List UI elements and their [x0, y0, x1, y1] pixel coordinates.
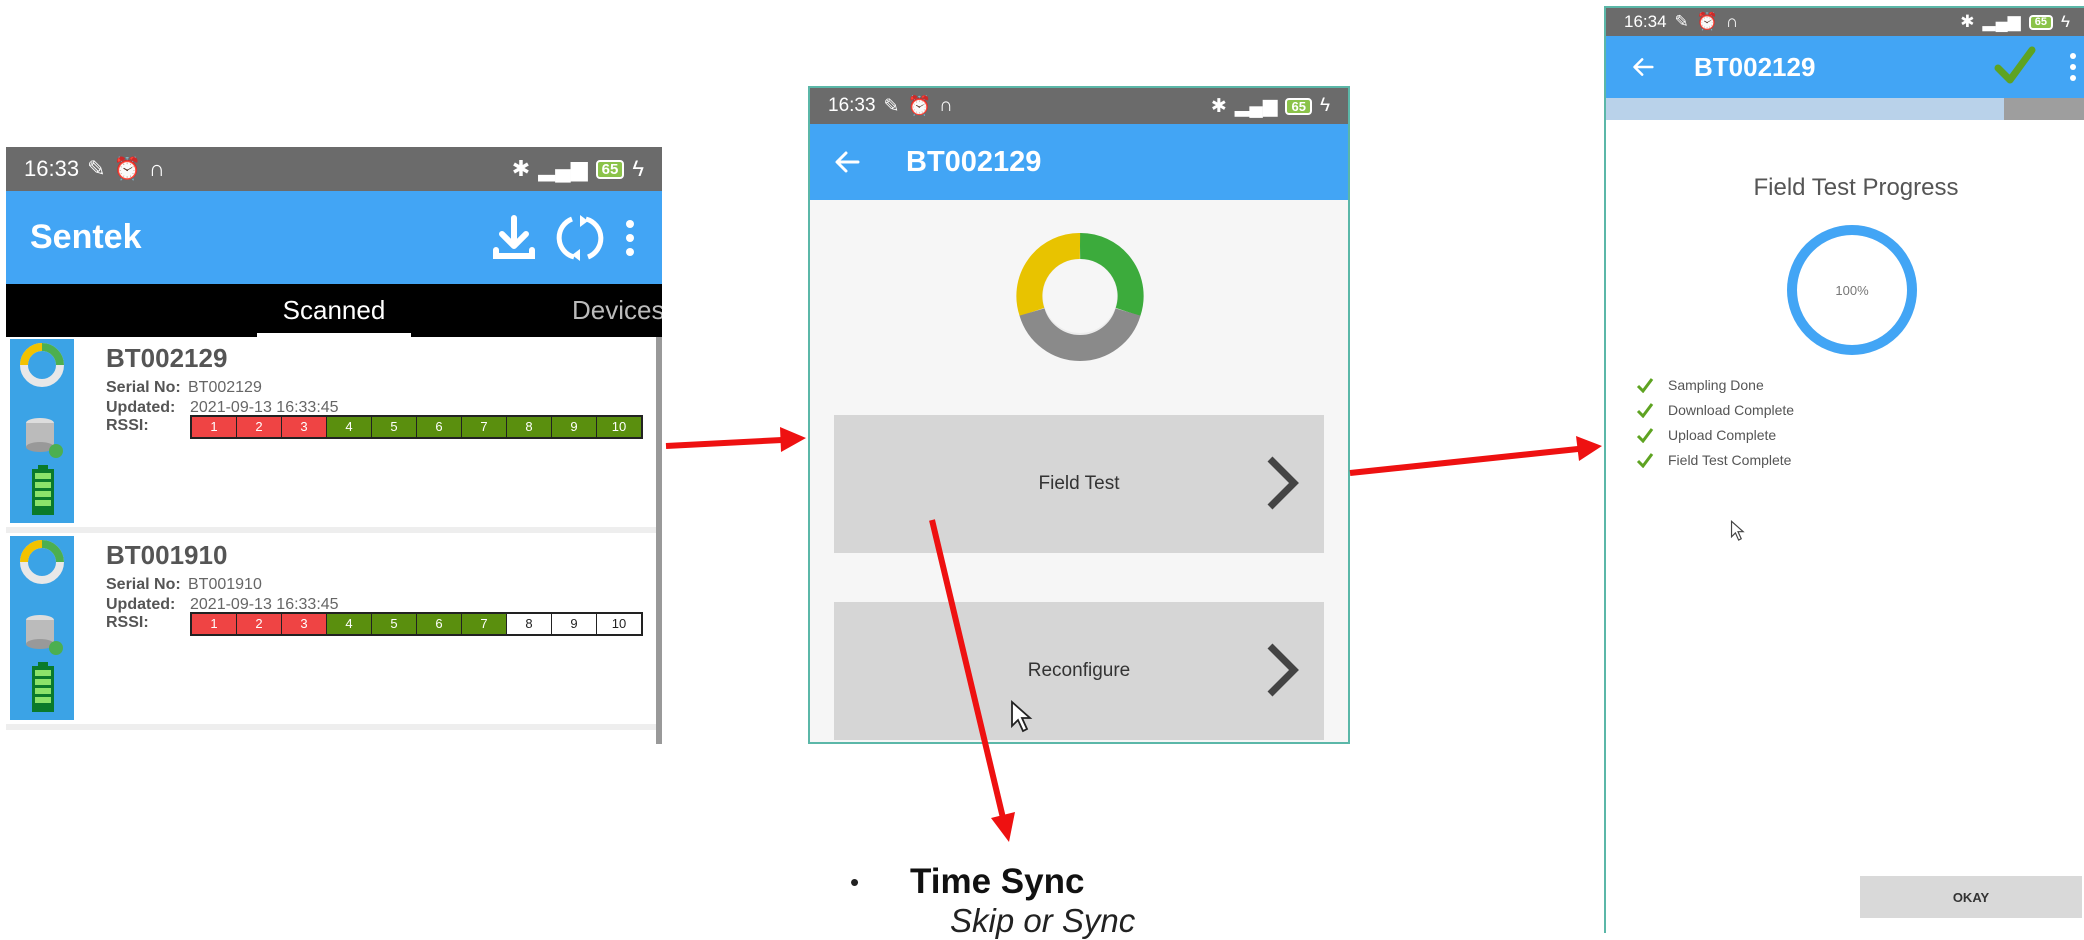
arrow-field-test-to-time-sync	[929, 519, 1015, 842]
flow-arrows	[665, 427, 1602, 842]
note-title: Time Sync	[910, 862, 1085, 901]
note-subtitle: Skip or Sync	[950, 902, 1136, 939]
arrow-screen2-to-screen3	[1349, 436, 1602, 476]
arrow-screen1-to-screen2	[665, 427, 806, 452]
annotation-note: • Time Sync Skip or Sync	[850, 862, 1135, 940]
bullet-icon: •	[850, 866, 860, 897]
